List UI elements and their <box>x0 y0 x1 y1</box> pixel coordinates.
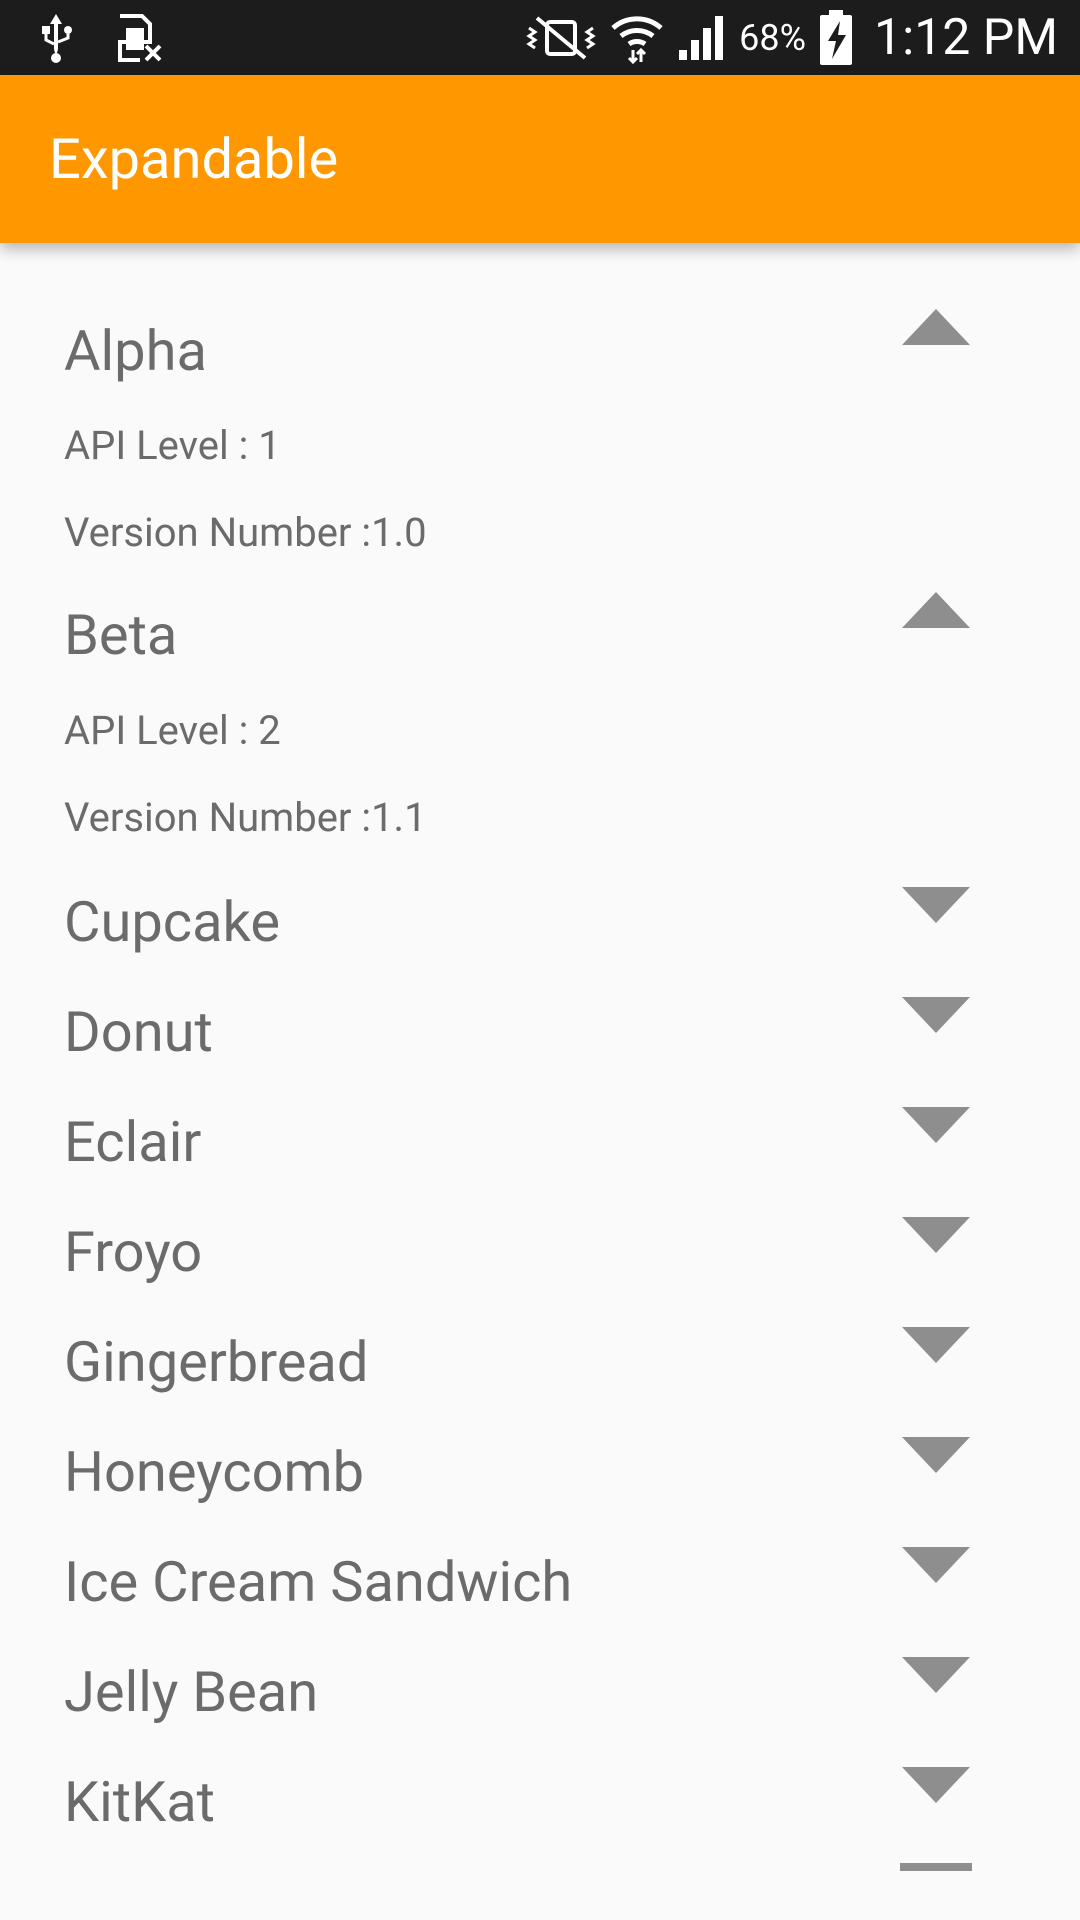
expand-arrow-icon[interactable] <box>900 1655 972 1695</box>
expand-arrow-icon[interactable] <box>900 1765 972 1805</box>
vibrate-mute-icon <box>525 15 597 60</box>
child-api-level: API Level : 2 <box>64 707 281 754</box>
group-jelly-bean[interactable]: Jelly Bean <box>0 1583 1080 1720</box>
sim-card-missing-icon <box>116 12 164 64</box>
expand-arrow-icon[interactable] <box>900 1435 972 1475</box>
collapse-arrow-icon[interactable] <box>900 590 972 630</box>
group-alpha[interactable]: Alpha API Level : 1 Version Number :1.0 <box>0 243 1080 553</box>
group-froyo[interactable]: Froyo <box>0 1143 1080 1280</box>
battery-charging-icon <box>818 9 854 67</box>
wifi-icon <box>609 12 665 64</box>
child-api-level: API Level : 1 <box>64 422 281 469</box>
expand-arrow-icon[interactable] <box>900 1325 972 1365</box>
group-honeycomb[interactable]: Honeycomb <box>0 1363 1080 1500</box>
group-kitkat[interactable]: KitKat <box>0 1693 1080 1830</box>
group-gingerbread[interactable]: Gingerbread <box>0 1253 1080 1390</box>
expand-arrow-icon[interactable] <box>900 995 972 1035</box>
group-beta[interactable]: Beta API Level : 2 Version Number :1.1 <box>0 528 1080 838</box>
expand-arrow-icon[interactable] <box>900 885 972 925</box>
group-title: Alpha <box>64 318 207 384</box>
signal-icon <box>677 14 727 62</box>
app-bar: Expandable <box>0 75 1080 243</box>
group-cupcake[interactable]: Cupcake <box>0 813 1080 950</box>
expandable-list[interactable]: Alpha API Level : 1 Version Number :1.0 … <box>0 243 1080 1920</box>
group-title: KitKat <box>64 1769 215 1835</box>
usb-icon <box>36 12 76 64</box>
collapse-arrow-icon[interactable] <box>900 307 972 347</box>
app-title: Expandable <box>49 126 339 192</box>
group-title: Beta <box>64 602 178 668</box>
battery-percent: 68% <box>739 16 806 59</box>
clock: 1:12 PM <box>873 8 1058 67</box>
expand-arrow-icon[interactable] <box>900 1105 972 1145</box>
group-eclair[interactable]: Eclair <box>0 1033 1080 1170</box>
status-bar: 68% 1:12 PM <box>0 0 1080 75</box>
expand-arrow-icon[interactable] <box>900 1215 972 1255</box>
group-ice-cream-sandwich[interactable]: Ice Cream Sandwich <box>0 1473 1080 1610</box>
status-left-icons <box>36 8 164 68</box>
status-right-icons: 68% 1:12 PM <box>525 0 1058 75</box>
group-donut[interactable]: Donut <box>0 923 1080 1060</box>
partial-expand-arrow-icon[interactable] <box>900 1863 972 1871</box>
expand-arrow-icon[interactable] <box>900 1545 972 1585</box>
